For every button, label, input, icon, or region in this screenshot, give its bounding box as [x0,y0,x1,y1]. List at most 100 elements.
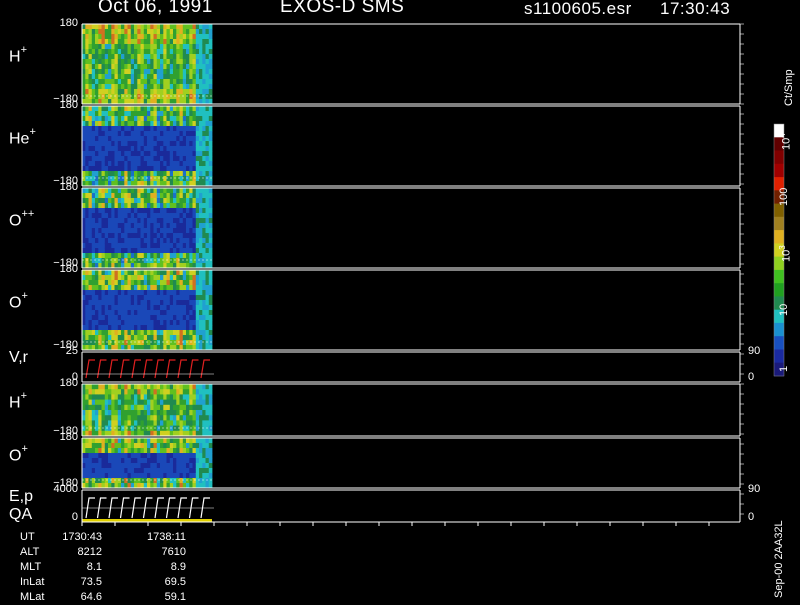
heatmap-cell [104,193,109,199]
heatmap-cell [182,151,187,157]
heatmap-cell [137,188,141,194]
heatmap-cell [173,330,177,336]
heatmap-cell [147,171,151,177]
heatmap-cell [202,146,206,152]
heatmap-cell [189,84,193,90]
heatmap-cell [208,305,213,311]
heatmap-cell [127,305,132,311]
heatmap-cell [95,94,99,100]
heatmap-cell [160,49,164,55]
info-value-end: 1738:11 [147,531,186,543]
heatmap-cell [169,151,174,157]
heatmap-cell [104,438,109,444]
heatmap-cell [189,243,193,249]
heatmap-cell [114,300,119,306]
heatmap-cell [208,399,213,406]
heatmap-cell [85,243,89,249]
heatmap-cell [130,270,135,276]
heatmap-cell [91,84,96,90]
heatmap-cell [176,146,180,152]
heatmap-cell [182,285,187,291]
heatmap-cell [192,394,197,400]
heatmap-cell [124,94,128,100]
heatmap-cell [121,420,125,426]
heatmap-cell [108,335,112,341]
heatmap-cell [195,415,200,421]
heatmap-cell [140,161,145,167]
heatmap-cell [134,315,138,321]
heatmap-cell [153,34,158,40]
heatmap-cell [156,410,161,416]
heatmap-cell [85,64,89,70]
heatmap-cell [88,74,93,80]
heatmap-cell [114,74,119,80]
heatmap-cell [179,151,184,157]
heatmap-cell [150,218,154,224]
heatmap-cell [95,146,99,152]
heatmap-cell [85,188,89,194]
heatmap-cell [88,116,93,122]
heatmap-cell [208,111,213,117]
heatmap-cell [169,223,174,229]
heatmap-cell [98,300,102,306]
heatmap-cell [150,64,154,70]
heatmap-cell [192,270,197,276]
heatmap-cell [98,448,102,454]
heatmap-cell [199,270,203,276]
heatmap-cell [160,394,164,400]
heatmap-cell [195,404,200,411]
heatmap-cell [137,213,141,219]
y-tick-top: 180 [59,263,78,275]
heatmap-cell [82,448,86,454]
heatmap-cell [169,425,174,432]
heatmap-cell [147,253,151,259]
heatmap-cell [199,39,203,45]
heatmap-cell [202,79,206,85]
heatmap-cell [134,420,138,426]
heatmap-cell [182,238,187,244]
heatmap-cell [85,468,89,474]
heatmap-cell [117,243,122,249]
heatmap-cell [134,89,138,95]
heatmap-cell [153,253,158,259]
heatmap-cell [134,290,138,296]
heatmap-cell [140,310,145,316]
heatmap-cell [166,285,171,291]
heatmap-cell [91,280,96,286]
heatmap-cell [101,389,106,395]
heatmap-cell [130,126,135,132]
heatmap-cell [160,330,164,336]
heatmap-cell [160,79,164,85]
heatmap-cell [163,198,167,204]
heatmap-cell [166,24,171,30]
heatmap-cell [192,404,197,411]
heatmap-cell [182,315,187,321]
heatmap-cell [101,213,106,219]
heatmap-cell [95,420,99,426]
heatmap-cell [111,218,115,224]
heatmap-cell [150,320,154,326]
heatmap-cell [208,458,213,464]
heatmap-cell [169,126,174,132]
heatmap-cell [150,74,154,80]
heatmap-cell [127,106,132,112]
heatmap-cell [147,24,151,30]
heatmap-cell [117,218,122,224]
heatmap-cell [143,34,148,40]
heatmap-cell [111,213,115,219]
heatmap-cell [166,253,171,259]
heatmap-cell [124,126,128,132]
heatmap-cell [127,233,132,239]
heatmap-cell [143,198,148,204]
heatmap-cell [189,193,193,199]
heatmap-cell [82,463,86,469]
heatmap-cell [195,223,200,229]
heatmap-cell [205,290,210,296]
heatmap-cell [179,24,184,30]
heatmap-cell [189,151,193,157]
heatmap-cell [104,54,109,60]
heatmap-cell [91,425,96,432]
heatmap-cell [147,448,151,454]
heatmap-cell [150,280,154,286]
heatmap-cell [143,156,148,162]
